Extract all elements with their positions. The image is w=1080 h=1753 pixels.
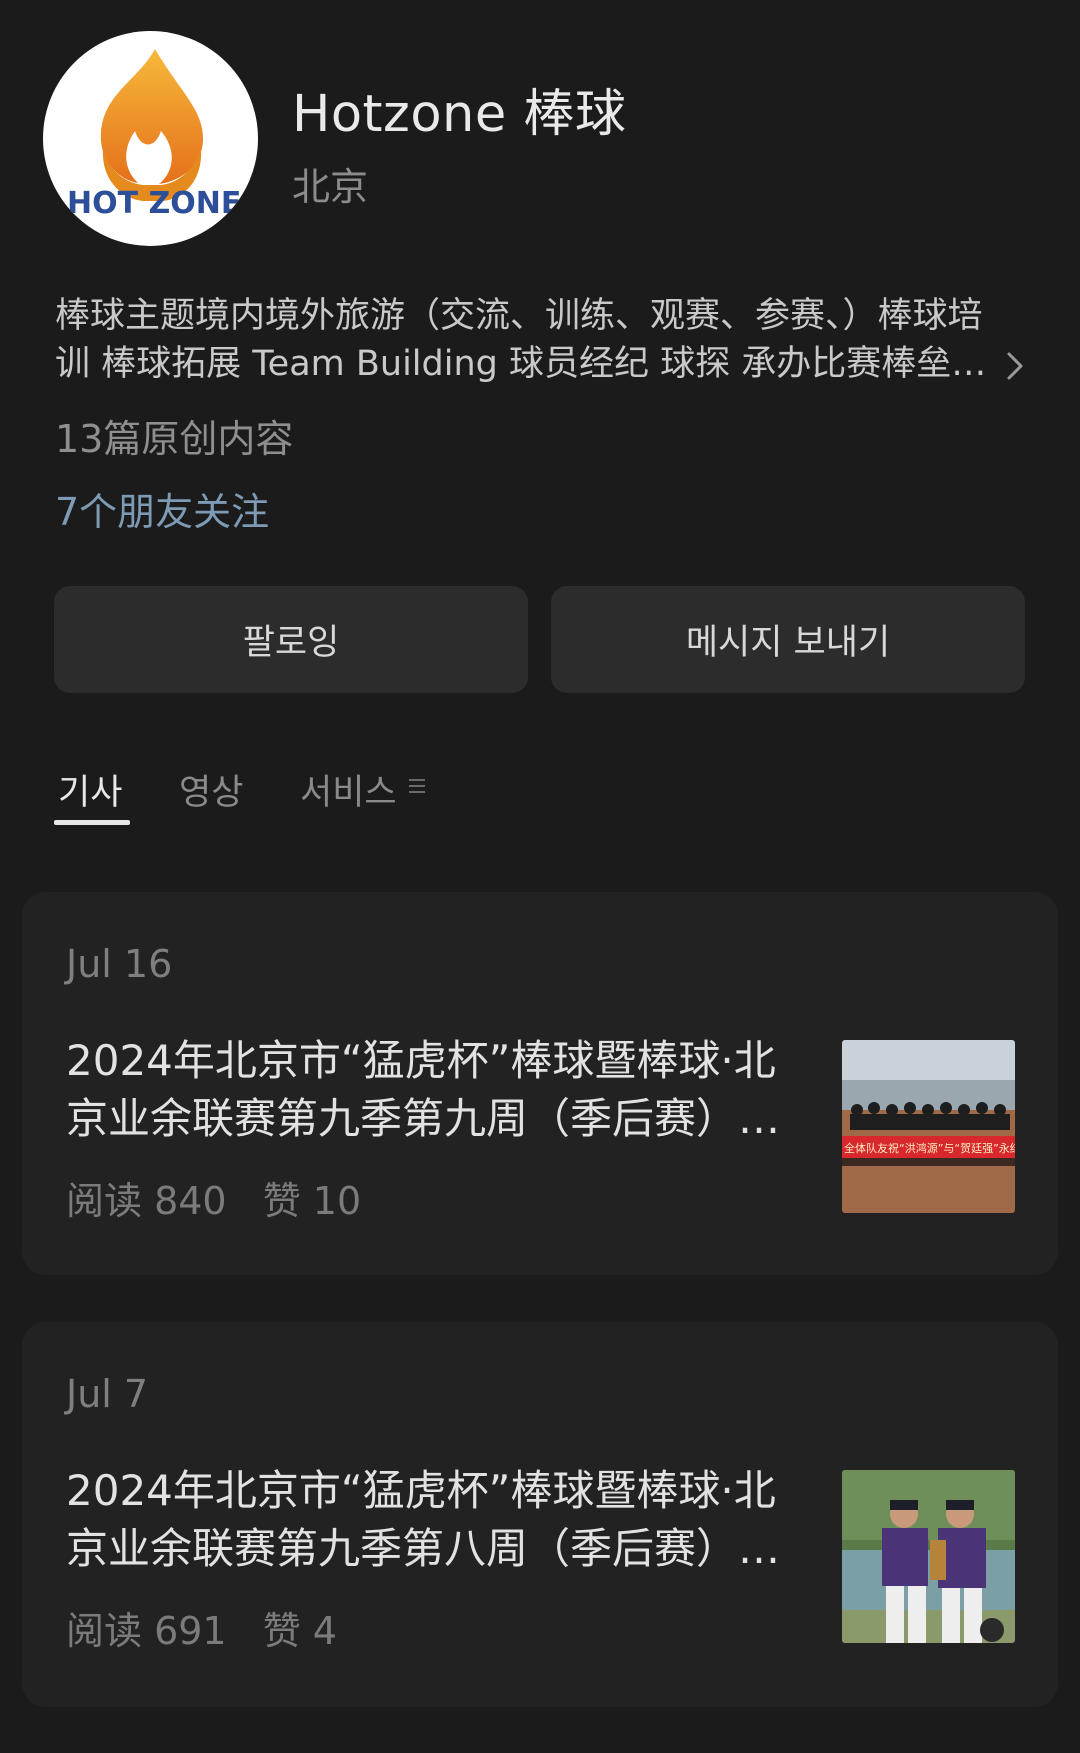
article-card[interactable]: Jul 16 2024年北京市“猛虎杯”棒球暨棒球·北 京业余联赛第九季第九周（… <box>22 892 1058 1275</box>
bio-line: 棒球主题境内境外旅游（交流、训练、观赛、参赛、）棒球培 <box>55 296 983 336</box>
article-title: 2024年北京市“猛虎杯”棒球暨棒球·北 京业余联赛第九季第九周（季后赛）… <box>66 1032 836 1148</box>
avatar[interactable]: HOT ZONE <box>43 31 258 246</box>
profile-name: Hotzone 棒球 <box>292 85 627 144</box>
content-tabs: 기사 영상 서비스 <box>0 764 1080 825</box>
article-reads: 阅读 840 <box>66 1179 227 1223</box>
active-tab-indicator <box>54 820 130 825</box>
article-date: Jul 7 <box>66 1372 149 1416</box>
tab-videos[interactable]: 영상 <box>179 764 243 815</box>
article-title: 2024年北京市“猛虎杯”棒球暨棒球·北 京业余联赛第九季第八周（季后赛）… <box>66 1462 836 1578</box>
friends-following-link[interactable]: 7个朋友关注 <box>55 481 269 536</box>
bio-line: 训 棒球拓展 Team Building 球员经纪 球探 承办比赛棒垒… <box>55 344 987 384</box>
profile-location: 北京 <box>292 165 369 209</box>
article-stats: 阅读 840 赞 10 <box>66 1170 385 1225</box>
article-title-line: 京业余联赛第九季第九周（季后赛）… <box>66 1094 781 1143</box>
article-title-line: 2024年北京市“猛虎杯”棒球暨棒球·北 <box>66 1466 776 1515</box>
article-stats: 阅读 691 赞 4 <box>66 1600 361 1655</box>
profile-bio[interactable]: 棒球主题境内境外旅游（交流、训练、观赛、参赛、）棒球培 训 棒球拓展 Team … <box>55 292 1015 388</box>
article-reads: 阅读 691 <box>66 1609 227 1653</box>
tab-services[interactable]: 서비스 <box>300 764 397 815</box>
article-likes: 赞 4 <box>262 1609 337 1653</box>
chevron-right-icon[interactable] <box>1004 346 1028 386</box>
hotzone-logo: HOT ZONE <box>67 49 241 221</box>
original-content-count: 13篇原创内容 <box>55 417 294 461</box>
tab-articles[interactable]: 기사 <box>58 764 122 815</box>
article-date: Jul 16 <box>66 942 173 986</box>
article-thumbnail[interactable]: 全体队友祝“洪鸿源”与“贺廷强”永结同心 <box>842 1040 1015 1213</box>
following-button[interactable]: 팔로잉 <box>54 586 528 693</box>
thumb-banner-text: 全体队友祝“洪鸿源”与“贺廷强”永结同心 <box>844 1141 1015 1155</box>
article-thumbnail[interactable] <box>842 1470 1015 1643</box>
article-likes: 赞 10 <box>262 1179 362 1223</box>
send-message-button[interactable]: 메시지 보내기 <box>551 586 1025 693</box>
logo-text: HOT ZONE <box>67 186 241 221</box>
article-title-line: 2024年北京市“猛虎杯”棒球暨棒球·北 <box>66 1036 776 1085</box>
article-card[interactable]: Jul 7 2024年北京市“猛虎杯”棒球暨棒球·北 京业余联赛第九季第八周（季… <box>22 1322 1058 1707</box>
article-title-line: 京业余联赛第九季第八周（季后赛）… <box>66 1524 781 1573</box>
menu-icon[interactable] <box>409 776 425 796</box>
